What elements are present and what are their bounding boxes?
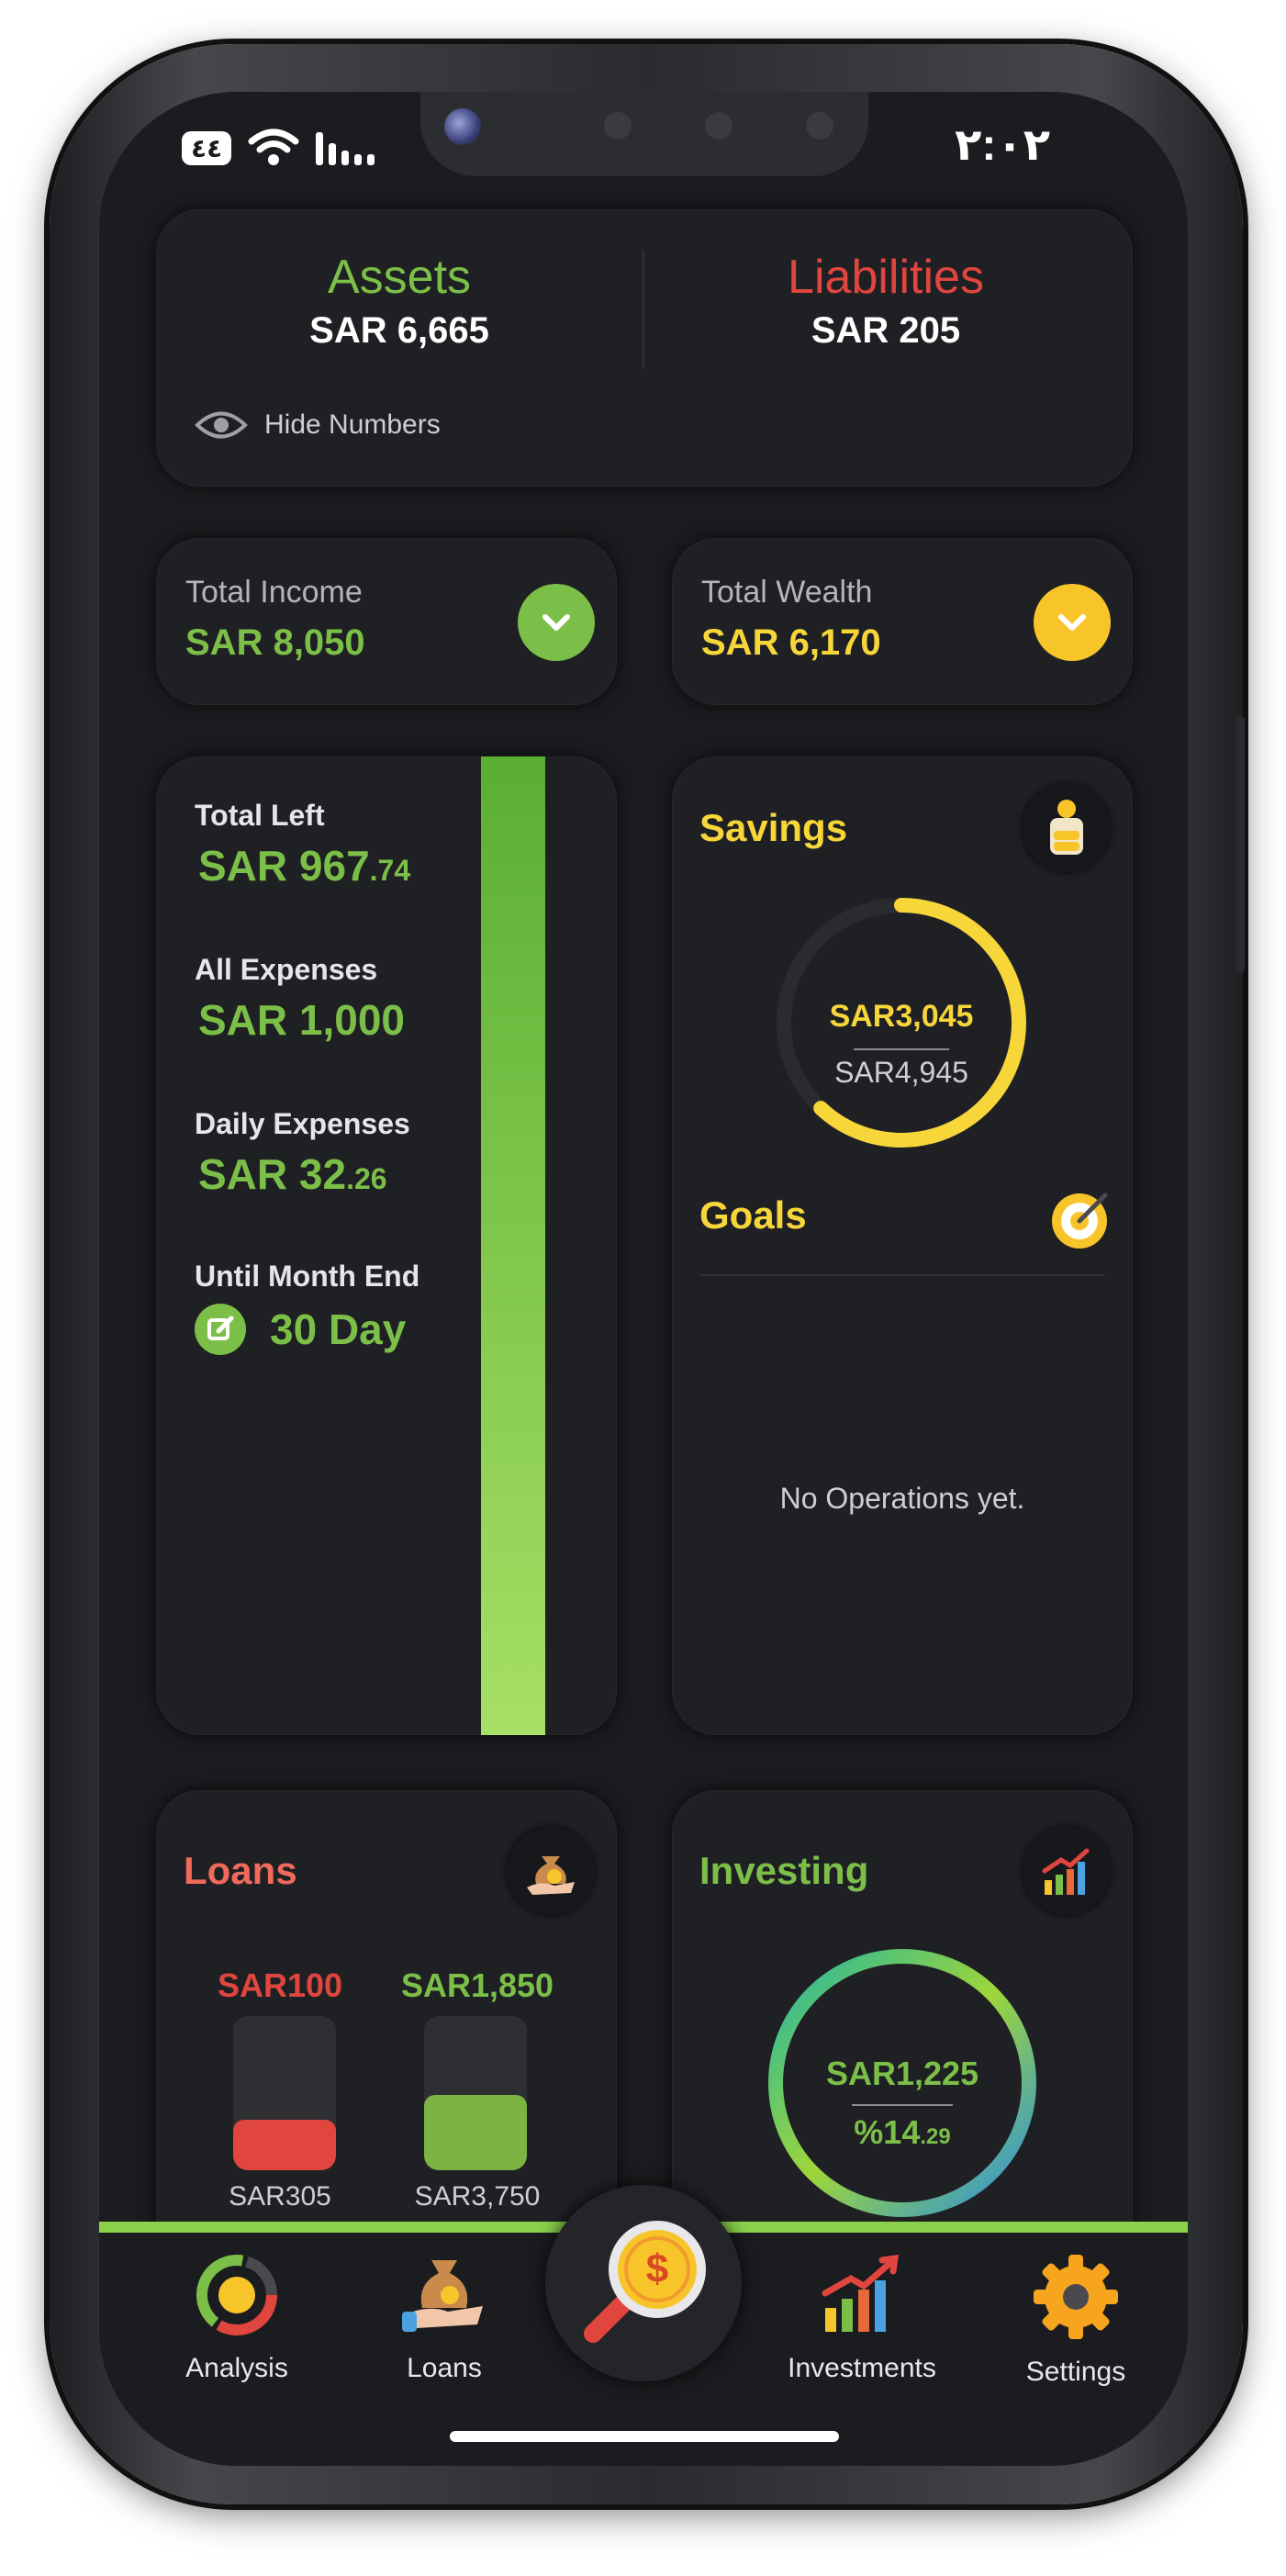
assets-label: Assets [327,251,472,304]
total-wealth-label: Total Wealth [701,575,873,610]
loan-bar-1-bottom: SAR305 [229,2181,331,2212]
loan-bar-1[interactable] [233,2016,336,2170]
progress-strip [481,756,545,1735]
total-wealth-card[interactable]: Total Wealth SAR 6,170 [672,538,1133,705]
loan-bar-2-bottom: SAR3,750 [414,2181,541,2212]
savings-target: SAR4,945 [834,1056,968,1089]
total-income-value: SAR 8,050 [185,622,365,663]
eye-icon [195,411,248,439]
loans-card: Loans SAR100 SAR305 SAR1,850 SAR3,750 [156,1790,617,2268]
hide-numbers-label: Hide Numbers [264,409,441,440]
loan-bar-2-fill [424,2094,527,2170]
status-time: ٢:٠٢ [955,121,1050,170]
signal-icon [316,132,375,165]
edit-icon[interactable] [195,1304,246,1355]
front-camera-icon [444,108,481,145]
investing-percent-int: %14 [854,2113,921,2151]
month-end-row[interactable]: 30 Day [195,1304,406,1355]
assets-block[interactable]: Assets SAR 6,665 [193,250,606,352]
investing-percent-dec: .29 [920,2124,951,2149]
tab-settings-label: Settings [1025,2357,1126,2387]
loans-title: Loans [184,1849,297,1892]
daily-expenses-label: Daily Expenses [195,1107,410,1140]
chevron-down-icon [542,614,570,631]
wealth-expand-button[interactable] [1034,584,1111,661]
money-bag-icon[interactable] [507,1827,595,1915]
magnifier-dollar-icon: $ [584,2221,706,2343]
home-indicator[interactable] [450,2431,839,2442]
battery-icon: ٤٤ [182,130,232,165]
investing-card: Investing SAR1,225 %14.29 [672,1790,1133,2268]
liabilities-block[interactable]: Liabilities SAR 205 [679,250,1092,352]
summary-card: Assets SAR 6,665 Liabilities SAR 205 Hid… [156,209,1133,487]
money-bag-hand-icon [402,2260,483,2332]
hide-numbers-toggle[interactable]: Hide Numbers [195,409,441,441]
sensor-dot [705,112,732,140]
loan-bar-2-top: SAR1,850 [400,1966,554,2004]
sensor-dot [604,112,632,140]
status-icons: ٤٤ [182,129,375,167]
camera-notch [420,92,868,176]
daily-dec: .26 [346,1162,387,1195]
goals-empty-message: No Operations yet. [779,1482,1025,1515]
total-left-dec: .74 [369,854,411,887]
tab-loans[interactable]: Loans [352,2251,536,2384]
total-left-value: SAR 967.74 [198,841,410,890]
total-wealth-value: SAR 6,170 [701,622,881,663]
svg-text:$: $ [646,2246,668,2291]
bottom-tab-bar: Analysis Loans $ Investments Settings [99,2185,1188,2466]
search-fab[interactable]: $ [545,2185,742,2381]
summary-divider [643,250,644,369]
loan-bar-1-top: SAR100 [217,1966,343,2004]
pie-chart-icon [196,2255,277,2335]
tab-analysis-label: Analysis [185,2353,288,2383]
tab-loans-label: Loans [407,2353,482,2383]
daily-expenses-value: SAR 32.26 [198,1149,387,1199]
jar-icon[interactable] [1023,784,1111,872]
liabilities-label: Liabilities [788,251,984,304]
side-button [1236,716,1245,973]
savings-divider [854,1048,949,1050]
tab-investments-label: Investments [788,2353,936,2383]
savings-current: SAR3,045 [829,999,974,1034]
total-left-label: Total Left [195,799,325,832]
sensor-dot [806,112,833,140]
liabilities-value: SAR 205 [811,310,961,351]
month-end-value: 30 Day [270,1305,407,1353]
app-screen: ٤٤ ٢:٠٢ Assets SAR 6,665 Liabilities SAR… [99,92,1188,2466]
income-expand-button[interactable] [518,584,595,661]
investing-divider [852,2104,953,2106]
all-expenses-label: All Expenses [195,953,378,986]
loan-bar-2[interactable] [424,2016,527,2170]
investing-percent: %14.29 [760,2113,1045,2152]
daily-int: SAR 32 [198,1150,347,1198]
wifi-icon [248,129,299,165]
target-icon[interactable] [1048,1186,1114,1252]
tab-analysis[interactable]: Analysis [145,2251,329,2384]
loan-bar-1-fill [233,2119,336,2170]
gear-icon [1034,2255,1118,2339]
growth-chart-icon[interactable] [1023,1827,1111,1915]
investing-title: Investing [699,1849,869,1892]
budget-card: Total Left SAR 967.74 All Expenses SAR 1… [156,756,617,1735]
tab-settings[interactable]: Settings [984,2251,1168,2388]
goals-divider [699,1274,1105,1276]
tab-investments[interactable]: Investments [756,2251,967,2384]
assets-value: SAR 6,665 [309,310,489,351]
total-left-int: SAR 967 [198,842,370,890]
investing-value: SAR1,225 [825,2055,979,2092]
chevron-down-icon [1058,614,1086,631]
savings-title: Savings [699,806,848,849]
total-income-card[interactable]: Total Income SAR 8,050 [156,538,617,705]
total-income-label: Total Income [185,575,363,610]
growth-chart-icon [822,2254,900,2332]
all-expenses-value: SAR 1,000 [198,996,406,1044]
month-end-label: Until Month End [195,1260,420,1293]
savings-goals-card: Savings SAR3,045 SAR4,945 Goals No Opera… [672,756,1133,1735]
goals-title: Goals [699,1193,807,1237]
